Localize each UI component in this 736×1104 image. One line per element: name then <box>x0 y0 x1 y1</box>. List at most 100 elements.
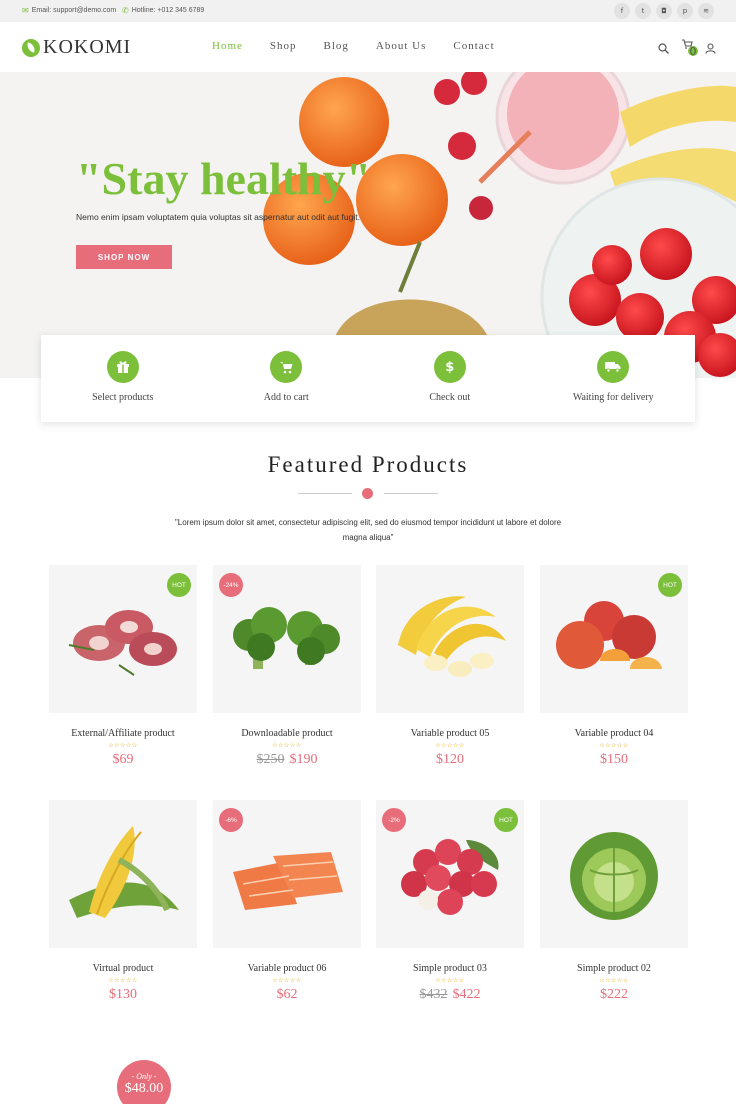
featured-products-title: Featured Products <box>267 452 469 477</box>
logo[interactable]: KOKOMI <box>22 36 131 59</box>
main-nav: Home Shop Blog About Us Contact <box>212 40 522 52</box>
old-price: $250 <box>256 752 285 767</box>
rating-stars: ☆☆☆☆☆ <box>272 742 302 749</box>
rating-stars: ☆☆☆☆☆ <box>599 977 629 984</box>
product-name[interactable]: Downloadable product <box>213 728 361 739</box>
featured-description: "Lorem ipsum dolor sit amet, consectetur… <box>174 518 562 542</box>
product-card[interactable]: Virtual product ☆☆☆☆☆ $130 <box>49 800 197 1003</box>
cart-count-badge: 0 <box>688 44 698 58</box>
product-name[interactable]: Variable product 04 <box>540 728 688 739</box>
user-icon[interactable] <box>705 43 716 57</box>
product-card[interactable]: HOT Variable product 04 ☆☆☆☆☆ $150 <box>540 565 688 768</box>
rating-stars: ☆☆☆☆☆ <box>108 742 138 749</box>
product-image-peach[interactable]: HOT <box>540 565 688 713</box>
sale-badge: -2% <box>382 808 406 832</box>
product-card[interactable]: -24% Downloadable product ☆☆☆☆☆ $250 $190 <box>213 565 361 768</box>
product-image-salmon[interactable]: -6% <box>213 800 361 948</box>
product-card[interactable]: Variable product 05 ☆☆☆☆☆ $120 <box>376 565 524 768</box>
rating-stars: ☆☆☆☆☆ <box>108 977 138 984</box>
step-label: Waiting for delivery <box>572 392 654 403</box>
nav-shop[interactable]: Shop <box>270 40 297 52</box>
logo-text: KOKOMI <box>43 36 132 58</box>
current-price: $62 <box>276 987 298 1002</box>
product-image-broccoli[interactable]: -24% <box>213 565 361 713</box>
nav-home[interactable]: Home <box>212 40 243 52</box>
shop-now-button[interactable]: SHOP NOW <box>76 245 172 269</box>
step-label: Check out <box>429 392 471 403</box>
hot-badge: HOT <box>167 573 191 597</box>
current-price: $190 <box>289 752 318 767</box>
envelope-icon: ✉ <box>22 6 29 15</box>
deal-price-badge[interactable]: - Only - $48.00 <box>117 1060 171 1104</box>
cart-icon[interactable]: 0 <box>681 38 698 62</box>
header-icons: 0 <box>658 38 716 62</box>
step-label: Add to cart <box>263 392 309 403</box>
product-price: $222 <box>540 987 688 1003</box>
product-image-corn[interactable] <box>49 800 197 948</box>
site-header: KOKOMI Home Shop Blog About Us Contact 0 <box>0 22 736 72</box>
section-divider <box>298 488 438 499</box>
rating-stars: ☆☆☆☆☆ <box>272 977 302 984</box>
step-check-out: $ Check out <box>390 351 510 403</box>
product-name[interactable]: Variable product 05 <box>376 728 524 739</box>
current-price: $130 <box>109 987 137 1002</box>
rating-stars: ☆☆☆☆☆ <box>435 742 465 749</box>
email-contact[interactable]: ✉ Email: support@demo.com <box>22 6 116 15</box>
current-price: $150 <box>600 752 628 767</box>
product-image-banana[interactable] <box>376 565 524 713</box>
product-image-meat[interactable]: HOT <box>49 565 197 713</box>
instagram-icon[interactable]: ◘ <box>656 3 672 19</box>
nav-contact[interactable]: Contact <box>453 40 494 52</box>
product-card[interactable]: -6% Variable product 06 ☆☆☆☆☆ $62 <box>213 800 361 1003</box>
product-card[interactable]: HOT External/Affiliate product ☆☆☆☆☆ $69 <box>49 565 197 768</box>
rss-icon[interactable]: ≋ <box>698 3 714 19</box>
search-icon[interactable] <box>658 43 669 57</box>
apple-icon <box>362 488 373 499</box>
hot-badge: HOT <box>658 573 682 597</box>
product-name[interactable]: Virtual product <box>49 963 197 974</box>
social-links: f t ◘ p ≋ <box>614 3 714 19</box>
gift-icon <box>106 351 139 383</box>
sale-badge: -6% <box>219 808 243 832</box>
product-card[interactable]: -2% HOT Simple product 03 ☆☆☆☆☆ $432 $422 <box>376 800 524 1003</box>
product-name[interactable]: Variable product 06 <box>213 963 361 974</box>
nav-blog[interactable]: Blog <box>324 40 349 52</box>
step-select-products: Select products <box>63 351 183 403</box>
hero-banner: "Stay healthy" Nemo enim ipsam voluptate… <box>0 72 736 378</box>
steps-panel: Select products Add to cart $ Check out … <box>41 335 695 422</box>
sale-badge: -24% <box>219 573 243 597</box>
nav-about-us[interactable]: About Us <box>376 40 426 52</box>
truck-icon <box>597 351 630 383</box>
hero-title: "Stay healthy" <box>76 153 372 204</box>
product-image-cabbage[interactable] <box>540 800 688 948</box>
phone-icon: ✆ <box>122 6 129 15</box>
product-price: $250 $190 <box>213 752 361 768</box>
product-price: $120 <box>376 752 524 768</box>
leaf-logo-icon <box>22 38 40 57</box>
product-price: $62 <box>213 987 361 1003</box>
facebook-icon[interactable]: f <box>614 3 630 19</box>
product-name[interactable]: Simple product 03 <box>376 963 524 974</box>
product-card[interactable]: Simple product 02 ☆☆☆☆☆ $222 <box>540 800 688 1003</box>
rating-stars: ☆☆☆☆☆ <box>599 742 629 749</box>
pinterest-icon[interactable]: p <box>677 3 693 19</box>
deal-only-label: - Only - <box>131 1072 157 1081</box>
current-price: $69 <box>112 752 134 767</box>
step-add-to-cart: Add to cart <box>226 351 346 403</box>
cart-icon <box>270 351 303 383</box>
product-name[interactable]: Simple product 02 <box>540 963 688 974</box>
top-bar: ✉ Email: support@demo.com ✆ Hotline: +01… <box>0 0 736 22</box>
current-price: $422 <box>452 987 481 1002</box>
rating-stars: ☆☆☆☆☆ <box>435 977 465 984</box>
hotline-contact[interactable]: ✆ Hotline: +012 345 6789 <box>122 6 204 15</box>
product-name[interactable]: External/Affiliate product <box>49 728 197 739</box>
twitter-icon[interactable]: t <box>635 3 651 19</box>
product-price: $150 <box>540 752 688 768</box>
step-waiting-delivery: Waiting for delivery <box>553 351 673 403</box>
product-image-lychee[interactable]: -2% HOT <box>376 800 524 948</box>
old-price: $432 <box>419 987 448 1002</box>
hot-badge: HOT <box>494 808 518 832</box>
product-price: $69 <box>49 752 197 768</box>
hero-fruit-image <box>0 72 736 378</box>
email-text: Email: support@demo.com <box>31 7 117 14</box>
